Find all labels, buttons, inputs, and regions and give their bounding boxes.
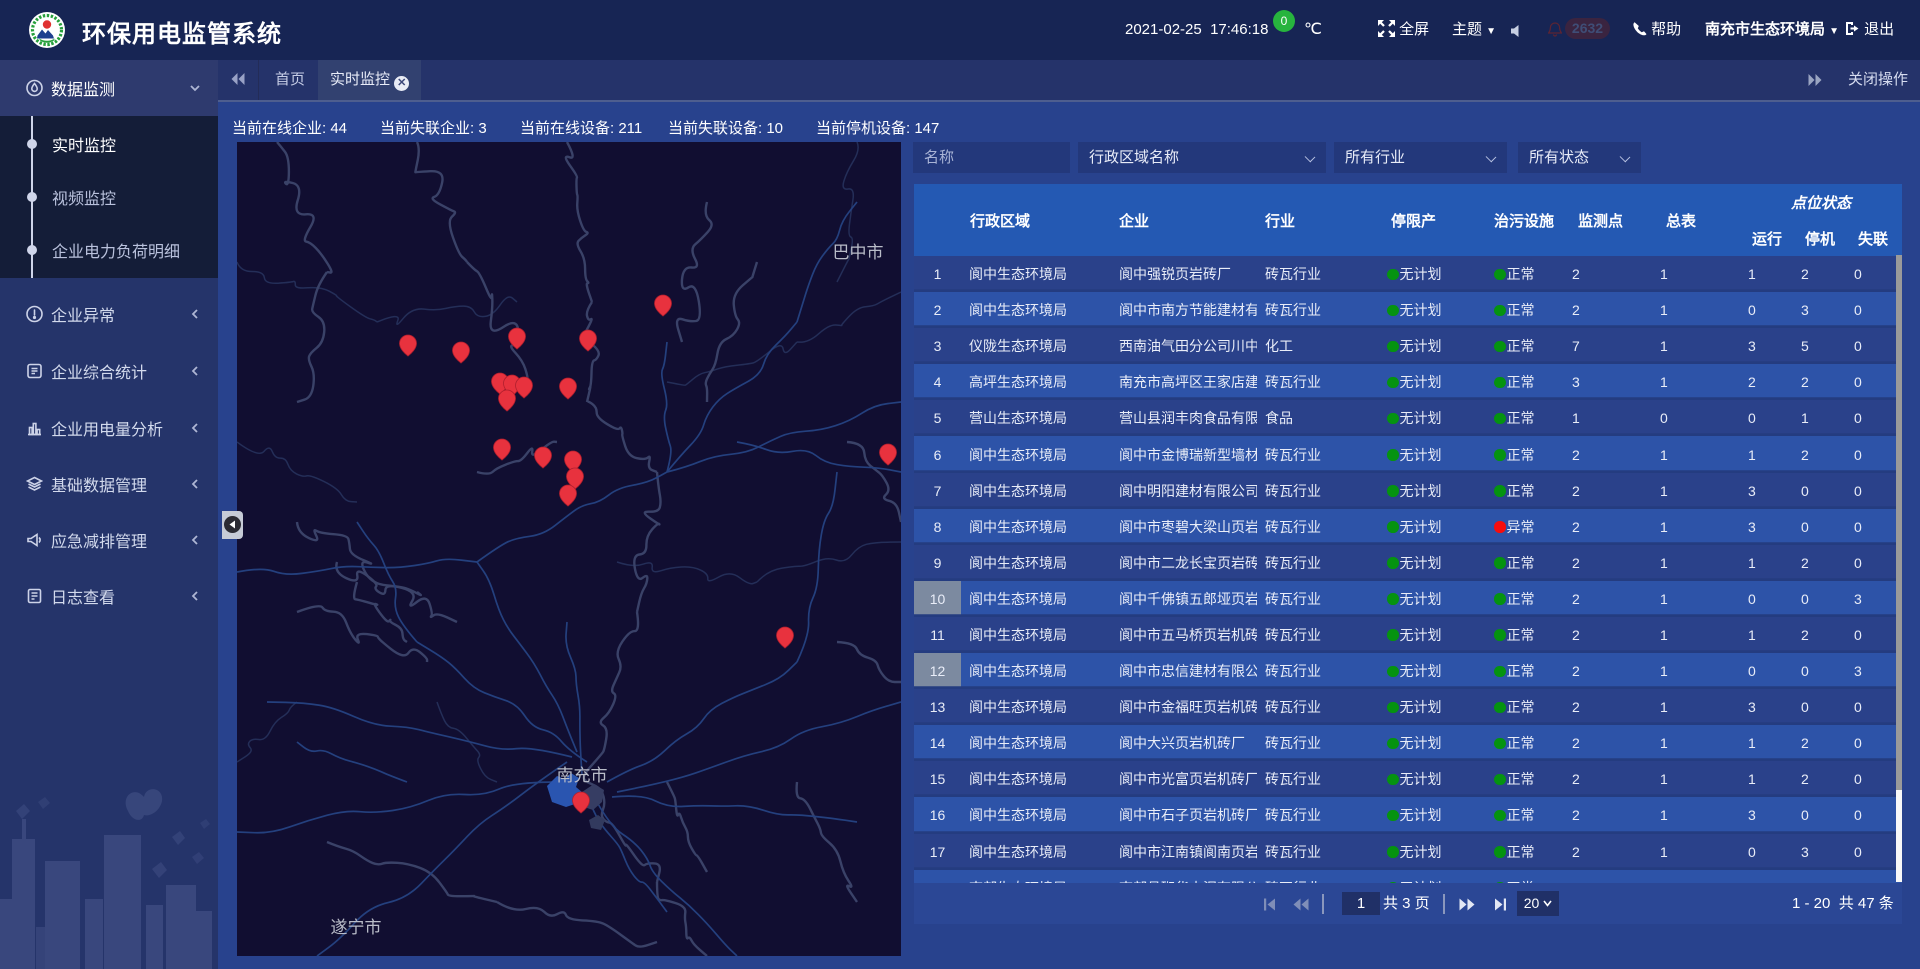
svg-text:巴中市: 巴中市 bbox=[833, 243, 884, 262]
svg-text:南充市: 南充市 bbox=[557, 766, 608, 785]
svg-text:遂宁市: 遂宁市 bbox=[331, 918, 382, 937]
